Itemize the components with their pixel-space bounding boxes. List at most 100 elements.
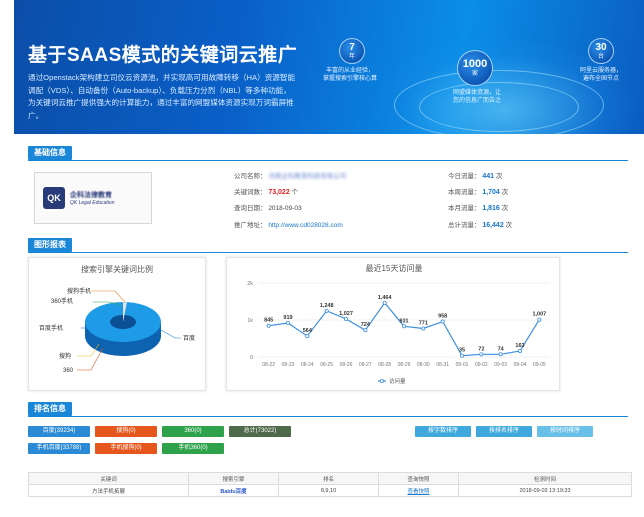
filter-baidu-button[interactable]: 百度(39234): [28, 426, 90, 437]
banner-title: 基于SAAS模式的关键词云推广: [28, 45, 298, 66]
x-tick-label: 09-02: [475, 362, 488, 368]
data-label: 35: [459, 348, 465, 354]
col-snapshot: 查询快照: [378, 472, 459, 485]
pie-chart-svg: 搜狗手机 360手机 百度手机 搜狗 360 百度: [39, 287, 195, 374]
ranking-divider: [28, 416, 628, 417]
stat-servers-number: 30: [595, 41, 607, 53]
x-tick-label: 08-27: [359, 362, 372, 368]
cell-snapshot: 查看快照: [378, 484, 459, 497]
total-traffic-row: 总计流量： 16,442 次: [448, 219, 512, 229]
stat-servers-unit: 台: [597, 53, 604, 60]
filter-baidu-mobile-button[interactable]: 手机百度(33788): [28, 443, 90, 454]
x-tick-label: 08-29: [398, 362, 411, 368]
sort-by-rank-button[interactable]: 按排名排序: [476, 426, 532, 437]
banner-description: 通过Openstack架构建立司仪云资源池，并实现高可用故障转移（HA）资源智能…: [28, 73, 296, 120]
pie-label-baidu: 百度: [183, 334, 195, 342]
pie-label-baidu-mobile: 百度手机: [39, 324, 63, 332]
data-label: 958: [438, 314, 447, 320]
x-tick-label: 08-25: [320, 362, 333, 368]
ranking-table: 关键词 搜索引擎 排名 查询快照 检测时间 方法手机拓展 Baidu百度 8,9…: [28, 472, 632, 497]
leader-sogou-mobile: [91, 290, 126, 303]
col-engine: 搜索引擎: [188, 472, 279, 485]
baidu-logo-text: Baidu百度: [220, 488, 247, 495]
sort-by-length-button[interactable]: 按字数排序: [415, 426, 471, 437]
x-tick-label: 08-24: [301, 362, 314, 368]
today-traffic-value: 441: [482, 173, 494, 180]
total-traffic-unit: 次: [505, 222, 513, 229]
data-label: 72: [478, 346, 484, 352]
line-chart-y-ticks: 0 1k 2k: [247, 281, 253, 361]
charts-divider: [28, 252, 628, 253]
filter-360-button[interactable]: 360(0): [162, 426, 224, 437]
data-label: 845: [264, 318, 273, 324]
filter-total-button[interactable]: 总计(73022): [229, 426, 291, 437]
total-traffic-label: 总计流量：: [448, 222, 481, 229]
basic-info-panel: QK 企科法律教育 QK Legal Education 公司名称： 河南企科教…: [28, 164, 628, 234]
keyword-count-label: 关键词数：: [234, 189, 267, 196]
x-tick-label: 09-04: [514, 362, 527, 368]
data-label: 1,007: [532, 312, 546, 318]
week-traffic-row: 本周流量： 1,704 次: [448, 186, 508, 196]
leader-baidu: [160, 329, 181, 339]
today-traffic-row: 今日流量： 441 次: [448, 170, 502, 180]
legend-point: [379, 379, 384, 384]
data-point: [363, 328, 368, 333]
col-keyword: 关键词: [28, 472, 189, 485]
company-logo-mark: QK: [43, 187, 65, 209]
x-tick-label: 09-05: [533, 362, 546, 368]
week-traffic-label: 本周流量：: [448, 189, 481, 196]
data-label: 163: [515, 343, 524, 349]
query-date-row: 查询日期： 2018-09-03: [234, 202, 302, 212]
table-row: 方法手机拓展 Baidu百度 8,9,10 查看快照 2018-09-03 13…: [28, 484, 632, 497]
ranking-table-header: 关键词 搜索引擎 排名 查询快照 检测时间: [28, 472, 632, 485]
promo-url-link[interactable]: http://www.cd028028.com: [268, 222, 342, 229]
col-rank: 排名: [278, 472, 379, 485]
company-logo-text: 企科法律教育 QK Legal Education: [70, 190, 114, 206]
x-tick-label: 09-01: [456, 362, 469, 368]
data-point: [479, 352, 484, 357]
data-label: 1,464: [378, 295, 393, 301]
data-point: [440, 319, 445, 324]
data-point: [421, 326, 426, 331]
data-label: 1,027: [339, 311, 353, 317]
data-point: [266, 323, 271, 328]
week-traffic-value: 1,704: [482, 189, 500, 196]
line-chart-panel: 最近15天访问量 0 1k 2k 08-22 08-23 08-24 08-25 08-26…: [226, 257, 560, 391]
hero-banner: 基于SAAS模式的关键词云推广 通过Openstack架构建立司仪云资源池，并实…: [14, 0, 644, 134]
stat-media-bubble: 1000 家: [457, 50, 493, 86]
legend-label: 访问量: [389, 377, 406, 385]
line-chart-data-labels: 845 919 564 1,248 1,027 724 1,464 831 771 958 35 72…: [264, 295, 546, 354]
keyword-count-row: 关键词数： 73,022 个: [234, 186, 298, 196]
query-date-label: 查询日期：: [234, 205, 267, 212]
company-name-value: 河南企科教育科技有限公司: [268, 173, 347, 180]
data-point: [517, 348, 522, 353]
line-chart-svg: 最近15天访问量 0 1k 2k 08-22 08-23 08-24 08-25 08-26…: [247, 263, 549, 385]
keyword-count-value: 73,022: [268, 189, 290, 196]
data-point: [537, 317, 542, 322]
stat-media-caption: 网盟媒体资源，让 您的信息广而告之: [452, 90, 501, 104]
filter-sogou-button[interactable]: 搜狗(0): [95, 426, 157, 437]
stat-years-caption: 丰富的从业经验， 掌握搜索引擎核心算: [322, 68, 377, 82]
stat-media-number: 1000: [462, 58, 488, 70]
x-tick-label: 08-26: [340, 362, 353, 368]
month-traffic-value: 1,816: [482, 205, 500, 212]
today-traffic-label: 今日流量：: [448, 173, 481, 180]
stat-years-bubble: 7 年: [339, 38, 365, 64]
x-tick-label: 08-30: [417, 362, 430, 368]
promo-url-label: 推广地址：: [234, 222, 267, 229]
line-chart-legend: 访问量: [378, 377, 406, 385]
data-point: [459, 353, 464, 358]
filter-360-mobile-button[interactable]: 手机360(0): [162, 443, 224, 454]
data-label: 564: [303, 328, 313, 334]
company-logo-line2: QK Legal Education: [70, 200, 115, 206]
data-label: 74: [498, 346, 505, 352]
stat-servers-bubble: 30 台: [588, 38, 614, 64]
stat-servers-caption: 阿里云服务器， 遍布全国节点: [579, 68, 622, 82]
data-point: [382, 300, 387, 305]
sort-by-time-button[interactable]: 按时间排序: [537, 426, 593, 437]
charts-header: 图形报表: [28, 238, 72, 252]
filter-sogou-mobile-button[interactable]: 手机搜狗(0): [95, 443, 157, 454]
view-snapshot-link[interactable]: 查看快照: [407, 489, 429, 495]
y-tick-label: 2k: [247, 281, 253, 287]
x-tick-label: 09-03: [494, 362, 507, 368]
